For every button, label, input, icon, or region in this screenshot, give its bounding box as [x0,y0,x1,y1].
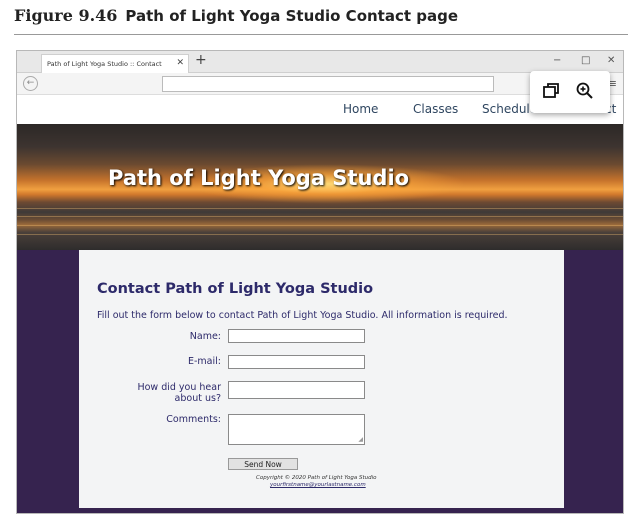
maximize-icon[interactable]: □ [581,55,590,66]
caption-rule [14,34,628,35]
tab-title: Path of Light Yoga Studio :: Contact [47,60,162,68]
water-ripple [17,225,623,226]
email-label: E-mail: [188,356,221,367]
nav-schedule[interactable]: Schedule [482,102,537,116]
water-ripple [17,208,623,209]
page-heading: Contact Path of Light Yoga Studio [97,281,374,297]
figure-title: Path of Light Yoga Studio Contact page [125,7,459,25]
zoom-in-icon[interactable] [575,81,594,104]
tab-close-icon[interactable]: ✕ [176,58,184,68]
figure-caption: Figure 9.46 Path of Light Yoga Studio Con… [14,6,458,25]
back-arrow-icon[interactable]: ← [23,76,38,91]
figure-number: Figure 9.46 [14,6,118,25]
minimize-icon[interactable]: − [553,55,561,66]
copyright: Copyright © 2020 Path of Light Yoga Stud… [256,475,377,481]
page-background: Contact Path of Light Yoga Studio Fill o… [17,250,623,513]
footer-email-link[interactable]: yourfirstname@yourlastname.com [270,482,366,488]
hero-banner: Path of Light Yoga Studio [17,124,623,250]
main-content: Contact Path of Light Yoga Studio Fill o… [79,250,564,508]
hear-label-line-1: How did you hear [137,382,221,393]
name-label: Name: [189,331,221,342]
name-input[interactable] [228,329,365,343]
new-tab-button[interactable]: + [195,52,207,68]
restore-window-icon[interactable] [542,81,561,104]
water-ripple [17,234,623,235]
intro-text: Fill out the form below to contact Path … [97,310,508,321]
water-ripple [17,216,623,217]
email-input[interactable] [228,355,365,369]
nav-classes[interactable]: Classes [413,102,458,116]
comments-label: Comments: [166,414,221,425]
browser-window: Path of Light Yoga Studio :: Contact ✕ +… [16,50,624,514]
address-bar[interactable] [162,76,494,92]
browser-tab[interactable]: Path of Light Yoga Studio :: Contact ✕ [41,54,189,73]
close-window-icon[interactable]: ✕ [607,55,615,66]
how-heard-input[interactable] [228,381,365,399]
comments-textarea[interactable]: ◢ [228,414,365,445]
site-title: Path of Light Yoga Studio [108,166,410,190]
resize-grip-icon[interactable]: ◢ [358,437,363,443]
nav-home[interactable]: Home [343,102,378,116]
send-now-button[interactable]: Send Now [228,458,298,470]
hear-label-line-2: about us? [174,393,221,404]
zoom-popup [530,71,610,113]
hear-label: How did you hear about us? [137,382,221,404]
tab-bar: Path of Light Yoga Studio :: Contact ✕ +… [17,51,623,73]
